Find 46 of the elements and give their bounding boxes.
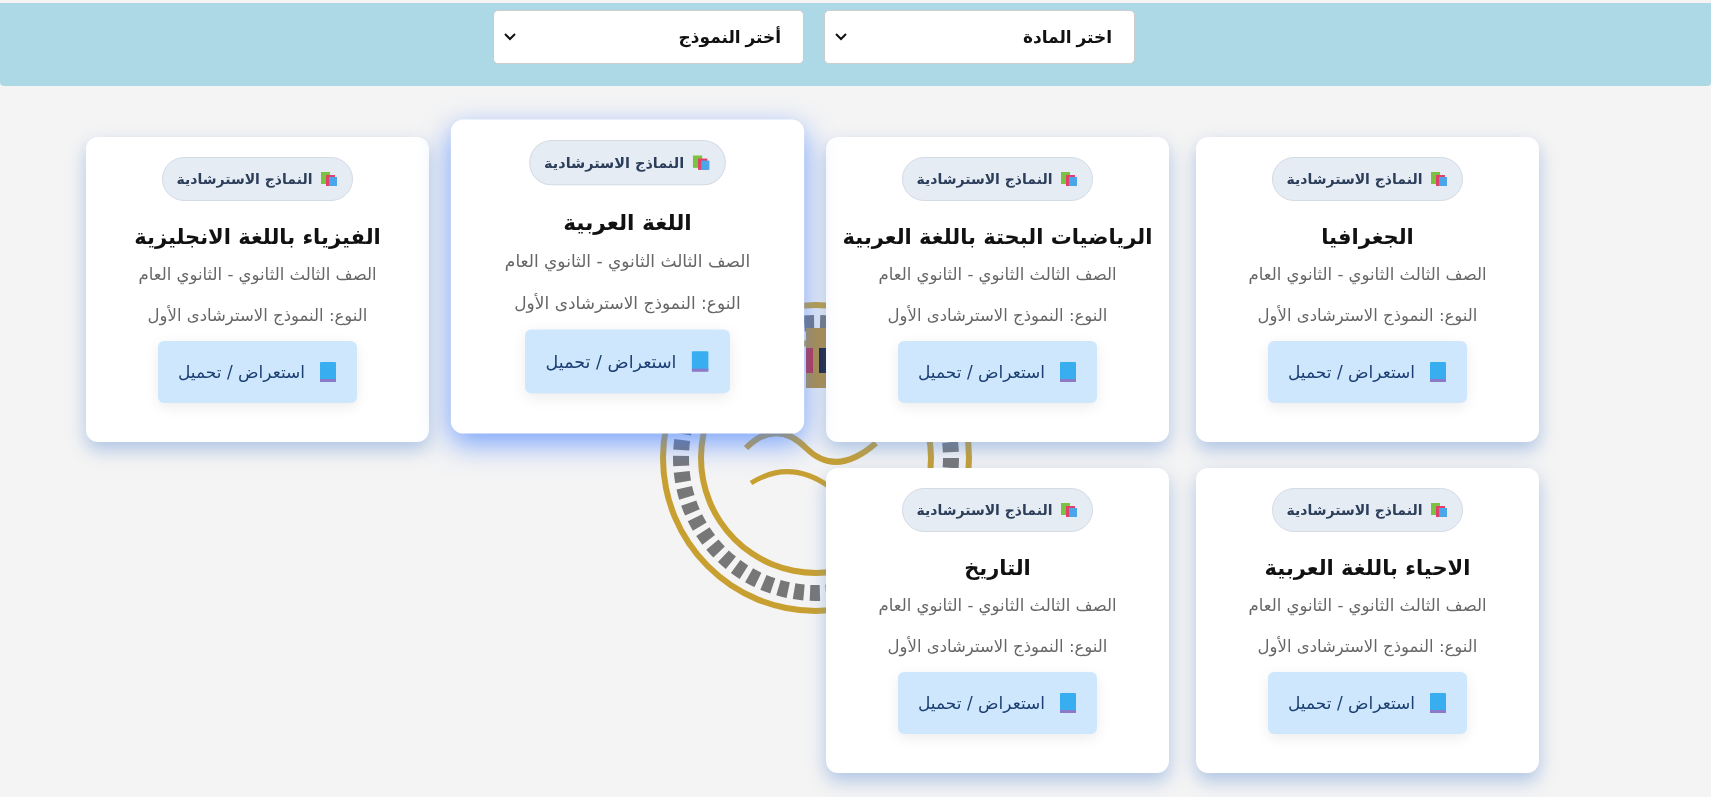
card-title: الفيزياء باللغة الانجليزية xyxy=(134,225,381,249)
view-download-button[interactable]: استعراض / تحميل xyxy=(1268,341,1467,403)
badge-label: النماذج الاسترشادية xyxy=(176,171,313,187)
subject-dropdown[interactable]: اختر المادة xyxy=(824,10,1135,64)
card-title: التاريخ xyxy=(964,556,1031,580)
book-icon xyxy=(319,361,337,383)
book-icon xyxy=(1429,692,1447,714)
card-title: اللغة العربية xyxy=(563,210,692,235)
grade-text: الصف الثالث الثانوي - الثانوي العام xyxy=(1248,265,1487,284)
book-icon xyxy=(1059,361,1077,383)
badge-label: النماذج الاسترشادية xyxy=(1286,502,1423,518)
type-text: النوع: النموذج الاسترشادى الأول xyxy=(1257,637,1478,656)
chevron-down-icon xyxy=(504,33,516,41)
view-download-button[interactable]: استعراض / تحميل xyxy=(158,341,357,403)
badge-label: النماذج الاسترشادية xyxy=(916,502,1053,518)
books-icon xyxy=(1430,502,1449,518)
books-icon xyxy=(320,171,339,187)
books-icon xyxy=(1060,502,1079,518)
books-icon xyxy=(692,154,711,171)
card-title: الرياضيات البحتة باللغة العربية xyxy=(842,225,1153,249)
view-download-button[interactable]: استعراض / تحميل xyxy=(898,672,1097,734)
type-text: النوع: النموذج الاسترشادى الأول xyxy=(887,306,1108,325)
chevron-down-icon xyxy=(835,33,847,41)
grade-text: الصف الثالث الثانوي - الثانوي العام xyxy=(504,251,751,271)
model-dropdown[interactable]: أختر النموذج xyxy=(493,10,804,64)
grade-text: الصف الثالث الثانوي - الثانوي العام xyxy=(138,265,377,284)
type-text: النوع: النموذج الاسترشادى الأول xyxy=(1257,306,1478,325)
grade-text: الصف الثالث الثانوي - الثانوي العام xyxy=(878,265,1117,284)
grade-text: الصف الثالث الثانوي - الثانوي العام xyxy=(1248,596,1487,615)
type-text: النوع: النموذج الاسترشادى الأول xyxy=(887,637,1108,656)
badge-label: النماذج الاسترشادية xyxy=(916,171,1053,187)
book-icon xyxy=(1059,692,1077,714)
books-icon xyxy=(1430,171,1449,187)
card-title: الاحياء باللغة العربية xyxy=(1264,556,1471,580)
type-text: النوع: النموذج الاسترشادى الأول xyxy=(514,293,741,314)
type-text: النوع: النموذج الاسترشادى الأول xyxy=(147,306,368,325)
books-icon xyxy=(1060,171,1079,187)
badge-label: النماذج الاسترشادية xyxy=(1286,171,1423,187)
view-download-button[interactable]: استعراض / تحميل xyxy=(525,329,730,394)
view-download-button[interactable]: استعراض / تحميل xyxy=(898,341,1097,403)
card-title: الجغرافيا xyxy=(1321,225,1414,249)
view-download-button[interactable]: استعراض / تحميل xyxy=(1268,672,1467,734)
grade-text: الصف الثالث الثانوي - الثانوي العام xyxy=(878,596,1117,615)
badge-label: النماذج الاسترشادية xyxy=(544,154,685,171)
book-icon xyxy=(1429,361,1447,383)
book-icon xyxy=(690,350,710,373)
